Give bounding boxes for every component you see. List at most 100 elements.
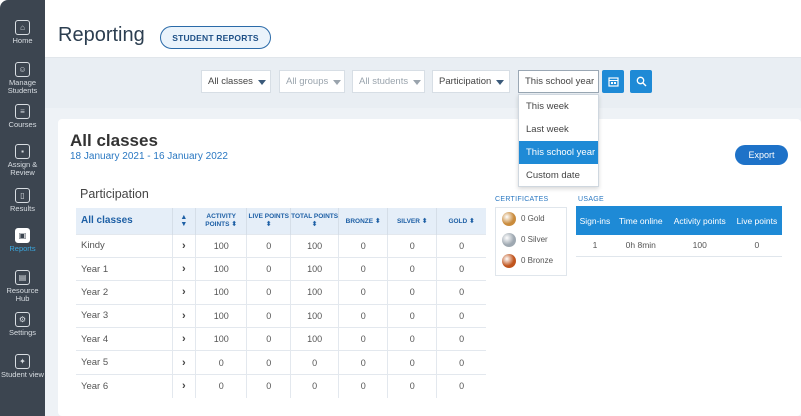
reports-icon: ▣ — [15, 228, 30, 243]
chevron-right-icon[interactable]: › — [172, 280, 197, 305]
sidebar-item-home[interactable]: ⌂ Home — [0, 20, 45, 64]
courses-icon: ≡ — [15, 104, 30, 119]
table-header-row: All classes ▲ ▼ ACTIVITY POINTS ⬍ LIVE PO… — [76, 208, 486, 234]
sidebar-item-assign-review[interactable]: ▪ Assign & Review — [0, 144, 45, 188]
column-header-activity-points[interactable]: ACTIVITY POINTS ⬍ — [195, 208, 248, 234]
cell-live: 0 — [246, 327, 292, 351]
table-row[interactable]: Kindy › 100 0 100 0 0 0 — [76, 233, 486, 258]
table-row[interactable]: Year 5 › 0 0 0 0 0 0 — [76, 350, 486, 375]
sort-button[interactable]: ▲ ▼ — [172, 208, 197, 234]
cell-gold: 0 — [436, 256, 486, 281]
sidebar-item-settings[interactable]: ⚙ Settings — [0, 312, 45, 356]
date-range-dropdown[interactable]: This school year — [518, 70, 599, 93]
date-option-last-week[interactable]: Last week — [519, 118, 598, 141]
sort-icon: ▲ ▼ — [180, 213, 188, 228]
cell-silver: 0 — [387, 233, 438, 258]
home-icon: ⌂ — [15, 20, 30, 35]
row-class-name: Year 6 — [76, 373, 173, 398]
date-option-this-week[interactable]: This week — [519, 95, 598, 118]
classes-dropdown[interactable]: All classes — [201, 70, 271, 93]
chevron-down-icon — [257, 80, 266, 85]
app-frame: ⌂ Home ☺ Manage Students ≡ Courses ▪ Assign & R… — [0, 0, 801, 416]
column-header-silver[interactable]: SILVER ⬍ — [387, 208, 438, 234]
groups-dropdown[interactable]: All groups — [279, 70, 345, 93]
chevron-right-icon[interactable]: › — [172, 327, 197, 351]
cell-gold: 0 — [436, 327, 486, 351]
usage-table: Sign-ins Time online Activity points Liv… — [576, 206, 782, 257]
table-row[interactable]: Year 4 › 100 0 100 0 0 0 — [76, 327, 486, 351]
sidebar: ⌂ Home ☺ Manage Students ≡ Courses ▪ Assign & R… — [0, 0, 45, 416]
cell-bronze: 0 — [338, 350, 389, 375]
medal-icon — [502, 232, 516, 247]
sort-icon: ⬍ — [265, 221, 272, 229]
date-option-custom-date[interactable]: Custom date — [519, 164, 598, 187]
results-icon: ▯ — [15, 188, 30, 203]
certificate-item: 0 Bronze — [496, 250, 566, 271]
students-icon: ☺ — [15, 62, 30, 77]
chevron-right-icon[interactable]: › — [172, 233, 197, 258]
search-button[interactable] — [630, 70, 652, 93]
sidebar-item-reports[interactable]: ▣ Reports — [0, 228, 45, 272]
chevron-down-icon — [333, 80, 342, 85]
sidebar-item-label: Resource Hub — [6, 286, 39, 303]
cell-gold: 0 — [436, 233, 486, 258]
resource-icon: ▤ — [15, 270, 30, 285]
cell-silver: 0 — [387, 256, 438, 281]
chevron-right-icon[interactable]: › — [172, 373, 197, 398]
medal-icon — [502, 253, 516, 268]
cell-activity: 100 — [195, 233, 248, 258]
column-header-total-points[interactable]: TOTAL POINTS ⬍ — [290, 208, 340, 234]
cell-gold: 0 — [436, 280, 486, 305]
sidebar-item-resource-hub[interactable]: ▤ Resource Hub — [0, 270, 45, 314]
certificate-label: 0 Bronze — [521, 256, 554, 265]
sidebar-item-student-view[interactable]: ✦ Student view — [0, 354, 45, 398]
sidebar-item-label: Assign & Review — [7, 160, 38, 177]
cell-bronze: 0 — [338, 373, 389, 398]
chevron-right-icon[interactable]: › — [172, 350, 197, 375]
sidebar-item-manage-students[interactable]: ☺ Manage Students — [0, 62, 45, 106]
calendar-button[interactable] — [602, 70, 624, 93]
cell-silver: 0 — [387, 280, 438, 305]
student-reports-button[interactable]: STUDENT REPORTS — [160, 26, 271, 49]
cell-live: 0 — [246, 350, 292, 375]
cell-total: 100 — [290, 303, 340, 328]
table-row[interactable]: Year 6 › 0 0 0 0 0 0 — [76, 373, 486, 398]
sidebar-item-results[interactable]: ▯ Results — [0, 188, 45, 232]
certificate-item: 0 Gold — [496, 208, 566, 229]
row-class-name: Kindy — [76, 233, 173, 258]
cell-silver: 0 — [387, 303, 438, 328]
cell-gold: 0 — [436, 303, 486, 328]
column-header-live-points[interactable]: LIVE POINTS ⬍ — [246, 208, 292, 234]
cell-activity: 100 — [195, 327, 248, 351]
certificate-label: 0 Silver — [521, 235, 548, 244]
sort-icon: ⬍ — [231, 221, 238, 229]
chevron-right-icon[interactable]: › — [172, 256, 197, 281]
certificate-item: 0 Silver — [496, 229, 566, 250]
usage-row: 1 0h 8min 100 0 — [576, 235, 782, 257]
cell-total: 100 — [290, 327, 340, 351]
sidebar-item-label: Results — [9, 204, 35, 213]
cell-live: 0 — [246, 303, 292, 328]
row-class-name: Year 2 — [76, 280, 173, 305]
usage-live-points: 0 — [731, 235, 782, 257]
column-header-label: BRONZE — [345, 217, 374, 225]
chevron-right-icon[interactable]: › — [172, 303, 197, 328]
sidebar-item-courses[interactable]: ≡ Courses — [0, 104, 45, 148]
students-dropdown[interactable]: All students — [352, 70, 425, 93]
cell-silver: 0 — [387, 327, 438, 351]
export-button[interactable]: Export — [735, 145, 788, 165]
column-header-bronze[interactable]: BRONZE ⬍ — [338, 208, 389, 234]
table-row[interactable]: Year 2 › 100 0 100 0 0 0 — [76, 280, 486, 305]
table-row[interactable]: Year 1 › 100 0 100 0 0 0 — [76, 256, 486, 281]
certificates-heading: CERTIFICATES — [495, 196, 549, 203]
metric-dropdown[interactable]: Participation — [432, 70, 510, 93]
date-option-this-school-year[interactable]: This school year — [519, 141, 598, 164]
page-title: Reporting — [58, 24, 145, 46]
cell-silver: 0 — [387, 373, 438, 398]
calendar-icon — [607, 77, 619, 87]
cell-activity: 100 — [195, 280, 248, 305]
column-header-class[interactable]: All classes — [76, 208, 173, 234]
column-header-gold[interactable]: GOLD ⬍ — [436, 208, 486, 234]
row-class-name: Year 3 — [76, 303, 173, 328]
table-row[interactable]: Year 3 › 100 0 100 0 0 0 — [76, 303, 486, 328]
